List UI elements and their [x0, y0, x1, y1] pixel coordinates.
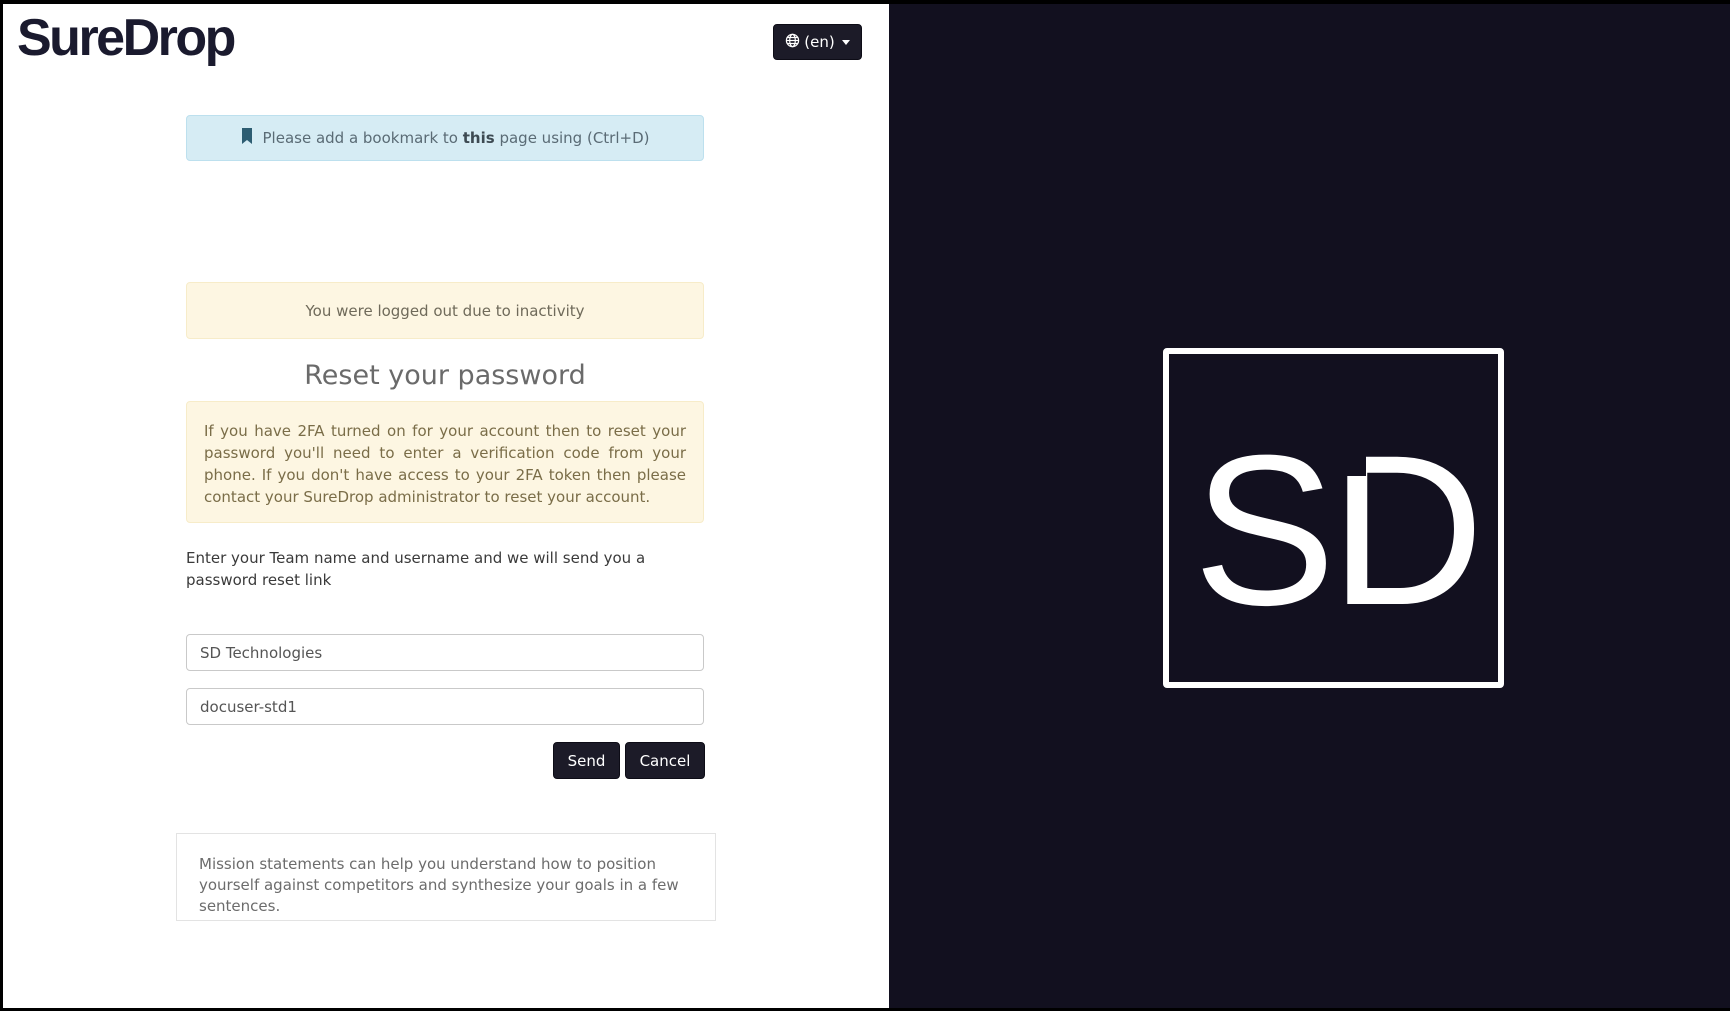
language-label: (en)	[804, 33, 835, 51]
cancel-button[interactable]: Cancel	[625, 742, 705, 779]
mission-statement: Mission statements can help you understa…	[176, 833, 716, 921]
bookmark-text: Please add a bookmark to this page using…	[262, 129, 650, 147]
globe-icon	[785, 33, 800, 52]
team-name-input[interactable]: SD Technologies	[186, 634, 704, 671]
page-title: Reset your password	[304, 360, 586, 391]
svg-text:SD: SD	[1193, 411, 1478, 650]
login-panel: SureDrop (en) Please add a bookmark to t…	[3, 4, 889, 1008]
sd-logo-graphic: SD	[1193, 411, 1484, 650]
bookmark-emphasis: this	[462, 129, 495, 147]
username-input[interactable]: docuser-std1	[186, 688, 704, 725]
logout-alert: You were logged out due to inactivity	[186, 282, 704, 339]
twofa-alert: If you have 2FA turned on for your accou…	[186, 401, 704, 523]
app-window: SureDrop (en) Please add a bookmark to t…	[3, 4, 1730, 1008]
send-button[interactable]: Send	[553, 742, 620, 779]
bookmark-alert: Please add a bookmark to this page using…	[186, 115, 704, 161]
brand-logo: SureDrop	[17, 9, 236, 67]
language-dropdown[interactable]: (en)	[773, 24, 862, 60]
bookmark-icon	[241, 128, 253, 148]
brand-panel: SD	[889, 4, 1730, 1008]
sd-logo: SD	[1163, 348, 1504, 688]
form-instructions: Enter your Team name and username and we…	[186, 549, 646, 589]
caret-down-icon	[841, 39, 850, 45]
